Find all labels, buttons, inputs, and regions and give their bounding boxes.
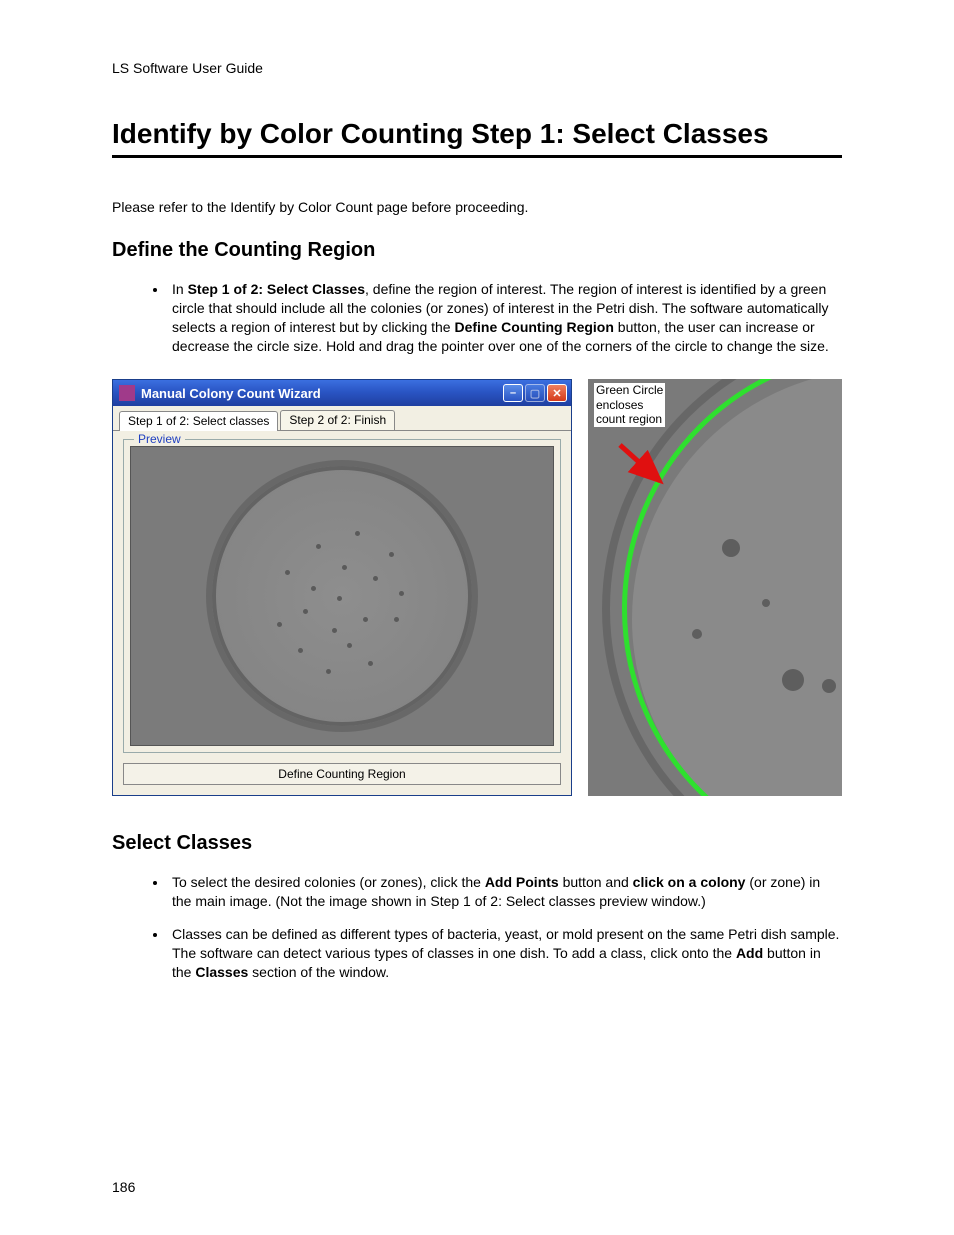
section-define-heading: Define the Counting Region <box>112 239 842 262</box>
tab-step2[interactable]: Step 2 of 2: Finish <box>280 410 395 430</box>
bold-classes: Classes <box>195 964 248 980</box>
detail-pane: Green Circle encloses count region <box>588 379 842 796</box>
running-header: LS Software User Guide <box>112 60 842 76</box>
figure-wrap: Manual Colony Count Wizard – ▢ ✕ Step 1 … <box>112 379 842 796</box>
app-icon <box>119 385 135 401</box>
window-buttons: – ▢ ✕ <box>503 384 567 402</box>
bold-add: Add <box>736 945 763 961</box>
page-title: Identify by Color Counting Step 1: Selec… <box>112 116 842 151</box>
wizard-title: Manual Colony Count Wizard <box>141 386 503 401</box>
maximize-button[interactable]: ▢ <box>525 384 545 402</box>
wizard-body: Preview <box>113 430 571 795</box>
close-button[interactable]: ✕ <box>547 384 567 402</box>
define-region-bullet: In Step 1 of 2: Select Classes, define t… <box>168 280 842 356</box>
bold-button-label: Define Counting Region <box>454 319 613 335</box>
bold-add-points: Add Points <box>485 874 559 890</box>
text-fragment: In <box>172 281 188 297</box>
title-rule <box>112 155 842 158</box>
minimize-button[interactable]: – <box>503 384 523 402</box>
wizard-titlebar: Manual Colony Count Wizard – ▢ ✕ <box>113 380 571 406</box>
text-fragment: To select the desired colonies (or zones… <box>172 874 485 890</box>
tab-step1[interactable]: Step 1 of 2: Select classes <box>119 411 278 431</box>
wizard-window: Manual Colony Count Wizard – ▢ ✕ Step 1 … <box>112 379 572 796</box>
select-classes-bullet-1: To select the desired colonies (or zones… <box>168 873 842 911</box>
wizard-tabs: Step 1 of 2: Select classes Step 2 of 2:… <box>113 406 571 430</box>
preview-canvas <box>130 446 554 746</box>
page-number: 186 <box>112 1179 135 1195</box>
section-select-classes-heading: Select Classes <box>112 832 842 855</box>
text-fragment: section of the window. <box>248 964 389 980</box>
intro-paragraph: Please refer to the Identify by Color Co… <box>112 198 842 217</box>
select-classes-list: To select the desired colonies (or zones… <box>112 873 842 981</box>
select-classes-bullet-2: Classes can be defined as different type… <box>168 925 842 982</box>
bold-click-colony: click on a colony <box>633 874 746 890</box>
preview-legend: Preview <box>134 432 185 446</box>
define-counting-region-button[interactable]: Define Counting Region <box>123 763 561 785</box>
petri-dish <box>212 466 472 726</box>
preview-fieldset: Preview <box>123 439 561 753</box>
bold-step-label: Step 1 of 2: Select Classes <box>188 281 365 297</box>
define-region-list: In Step 1 of 2: Select Classes, define t… <box>112 280 842 356</box>
text-fragment: button and <box>559 874 633 890</box>
detail-annotation-label: Green Circle encloses count region <box>594 383 665 426</box>
